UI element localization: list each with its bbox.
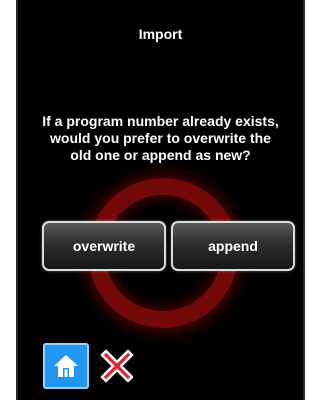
home-button[interactable] xyxy=(43,343,89,389)
close-button[interactable] xyxy=(94,343,140,389)
overwrite-button-label: overwrite xyxy=(72,238,136,254)
append-button-label: append xyxy=(208,238,258,254)
close-icon xyxy=(100,349,134,383)
dialog-title: Import xyxy=(138,26,183,42)
dialog-message: If a program number already exists, woul… xyxy=(42,113,279,163)
import-screen: Import If a program number already exist… xyxy=(16,0,305,400)
overwrite-button[interactable]: overwrite xyxy=(42,221,166,271)
append-button[interactable]: append xyxy=(171,221,295,271)
home-icon xyxy=(54,355,78,377)
device-frame: Import If a program number already exist… xyxy=(0,0,321,400)
